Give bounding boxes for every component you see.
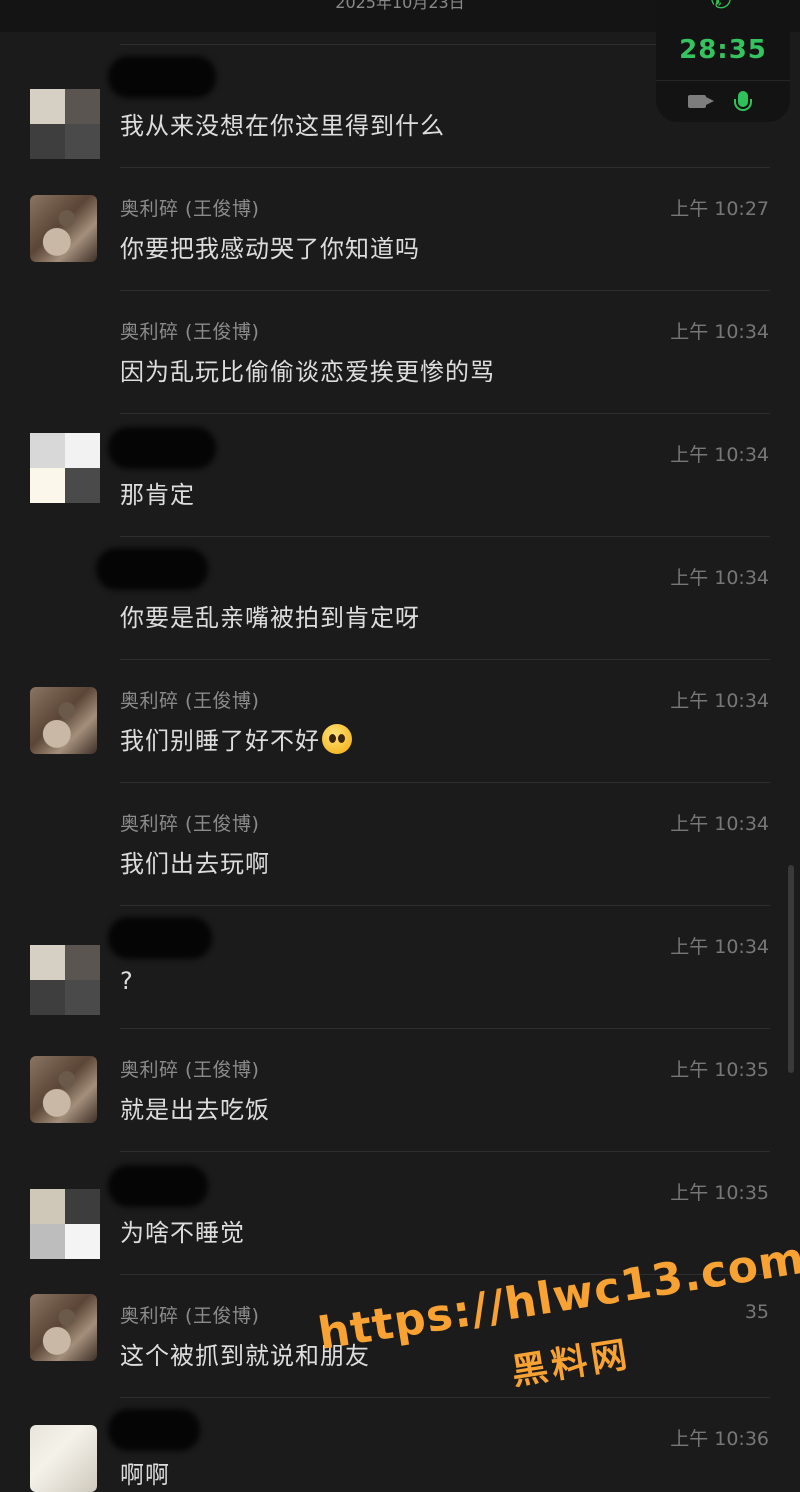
call-timer: 28:35 — [679, 35, 767, 65]
redacted-name — [108, 56, 216, 98]
row-divider — [120, 536, 770, 537]
message-time: 上午 10:34 — [670, 321, 769, 343]
message-time: 上午 10:35 — [670, 1059, 769, 1081]
avatar[interactable] — [30, 687, 97, 754]
row-divider — [120, 290, 770, 291]
message-text: 你要把我感动哭了你知道吗 — [120, 235, 420, 263]
message-time: 上午 10:34 — [670, 936, 769, 958]
message-time: 上午 10:34 — [670, 444, 769, 466]
message-row[interactable]: 上午 10:34 ? — [0, 905, 800, 1028]
message-row[interactable]: 上午 10:35 为啥不睡觉 — [0, 1151, 800, 1274]
message-time: 35 — [744, 1301, 769, 1323]
sender-name: 奥利碎 (王俊博) — [120, 321, 260, 343]
avatar[interactable] — [30, 433, 100, 503]
message-time: 上午 10:27 — [670, 198, 769, 220]
message-text: 我们别睡了好不好 — [120, 727, 320, 755]
message-row[interactable]: 奥利碎 (王俊博) 上午 10:35 就是出去吃饭 — [0, 1028, 800, 1151]
message-row[interactable]: 上午 10:36 啊啊 — [0, 1397, 800, 1492]
message-row[interactable]: 奥利碎 (王俊博) 35 这个被抓到就说和朋友 — [0, 1274, 800, 1397]
call-divider — [656, 80, 790, 81]
message-text: 就是出去吃饭 — [120, 1096, 270, 1124]
message-text: 这个被抓到就说和朋友 — [120, 1342, 370, 1370]
microphone-icon[interactable] — [734, 91, 752, 111]
message-text: 我从来没想在你这里得到什么 — [120, 112, 445, 140]
row-divider — [120, 659, 770, 660]
message-time: 上午 10:34 — [670, 690, 769, 712]
message-time: 上午 10:35 — [670, 1182, 769, 1204]
sender-name: 奥利碎 (王俊博) — [120, 198, 260, 220]
message-text: 啊啊 — [120, 1461, 170, 1489]
message-text: 那肯定 — [120, 481, 195, 509]
avatar[interactable] — [30, 945, 100, 1015]
phone-icon[interactable]: ✆ — [698, 0, 744, 13]
message-row[interactable]: 上午 10:34 那肯定 — [0, 413, 800, 536]
message-text-with-emoji: 我们别睡了好不好 — [120, 721, 352, 756]
redacted-name — [108, 917, 212, 959]
redacted-name — [108, 1165, 208, 1207]
avatar[interactable] — [30, 89, 100, 159]
sender-name: 奥利碎 (王俊博) — [120, 690, 260, 712]
avatar[interactable] — [30, 1425, 97, 1492]
avatar[interactable] — [30, 195, 97, 262]
message-time: 上午 10:36 — [670, 1428, 769, 1450]
message-time: 上午 10:34 — [670, 813, 769, 835]
row-divider — [120, 167, 770, 168]
row-divider — [120, 1151, 770, 1152]
redacted-name — [96, 548, 208, 590]
sender-name: 奥利碎 (王俊博) — [120, 1059, 260, 1081]
message-row[interactable]: 奥利碎 (王俊博) 上午 10:27 你要把我感动哭了你知道吗 — [0, 167, 800, 290]
message-text: 因为乱玩比偷偷谈恋爱挨更惨的骂 — [120, 358, 495, 386]
row-divider — [120, 413, 770, 414]
message-text: 为啥不睡觉 — [120, 1219, 245, 1247]
message-text: 你要是乱亲嘴被拍到肯定呀 — [120, 604, 420, 632]
row-divider — [120, 905, 770, 906]
message-text: ? — [120, 967, 134, 995]
video-camera-icon[interactable] — [688, 95, 706, 108]
pleading-face-emoji — [322, 724, 352, 754]
scrollbar[interactable] — [788, 865, 794, 1073]
message-time: 上午 10:34 — [670, 567, 769, 589]
avatar[interactable] — [30, 1294, 97, 1361]
redacted-name — [108, 427, 216, 469]
avatar[interactable] — [30, 1056, 97, 1123]
message-row[interactable]: 奥利碎 (王俊博) 上午 10:34 我们别睡了好不好 — [0, 659, 800, 782]
message-text: 我们出去玩啊 — [120, 850, 270, 878]
call-widget[interactable]: ✆ 28:35 — [656, 0, 790, 122]
message-row[interactable]: 奥利碎 (王俊博) 上午 10:34 因为乱玩比偷偷谈恋爱挨更惨的骂 — [0, 290, 800, 413]
row-divider — [120, 1028, 770, 1029]
redacted-name — [108, 1409, 200, 1451]
avatar[interactable] — [30, 1189, 100, 1259]
sender-name: 奥利碎 (王俊博) — [120, 1305, 260, 1327]
message-row[interactable]: 上午 10:34 你要是乱亲嘴被拍到肯定呀 — [0, 536, 800, 659]
row-divider — [120, 1397, 770, 1398]
row-divider — [120, 1274, 770, 1275]
row-divider — [120, 782, 770, 783]
message-row[interactable]: 奥利碎 (王俊博) 上午 10:34 我们出去玩啊 — [0, 782, 800, 905]
sender-name: 奥利碎 (王俊博) — [120, 813, 260, 835]
date-label: 2025年10月23日 — [335, 0, 465, 12]
